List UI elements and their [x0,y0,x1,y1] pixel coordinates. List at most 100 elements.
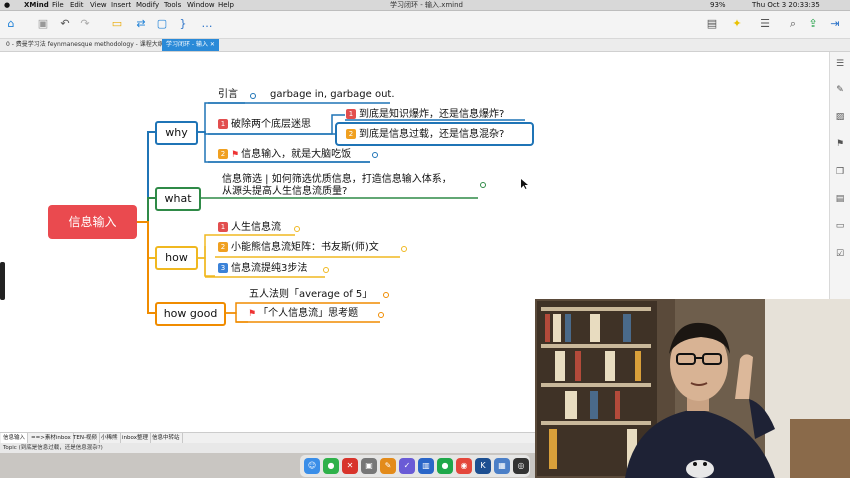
menu-app-name[interactable]: XMind [24,0,49,10]
window-title: 学习闭环 - 输入.xmind [390,1,463,9]
collapse-dot[interactable] [378,312,384,318]
close-icon[interactable]: ✕ [210,41,215,48]
flag-icon: ⚑ [248,309,257,319]
collapse-dot[interactable] [372,152,378,158]
topic-life-info-flow-label: 人生信息流 [231,222,281,233]
menu-edit[interactable]: Edit [70,0,84,10]
collapse-dot[interactable] [480,182,486,188]
topic-purify-3-steps-label: 信息流提纯3步法 [231,263,308,274]
save-icon[interactable]: ▣ [36,17,50,31]
photos-icon[interactable]: ▦ [494,458,510,474]
webcam-video [535,299,850,478]
collapse-dot[interactable] [383,292,389,298]
comment-icon[interactable]: ▭ [834,221,846,231]
webcam-feed-image [535,299,850,478]
finder-icon[interactable]: ☺ [304,458,320,474]
presentation-icon[interactable]: ▤ [705,17,719,31]
collapse-dot[interactable] [250,93,256,99]
topic-knowledge-explosion[interactable]: 1 到底是知识爆炸，还是信息爆炸? [346,108,504,121]
topic-icon[interactable]: ▭ [110,17,124,31]
menu-tools[interactable]: Tools [164,0,181,10]
brainstorm-icon[interactable]: ✦ [730,17,744,31]
topic-myths[interactable]: 1 破除两个底层迷思 [218,118,311,131]
search-icon[interactable]: ⌕ [786,17,800,31]
topic-info-overload-label: 到底是信息过载，还是信息混杂? [359,129,505,140]
export-icon[interactable]: ⇥ [828,17,842,31]
collapse-dot[interactable] [294,226,300,232]
obs-icon[interactable]: ◎ [513,458,529,474]
dock: ☺ ● ✕ ▣ ✎ ✓ ▥ ● ◉ K ▦ ◎ [300,455,530,477]
brush-icon[interactable]: ✎ [834,85,846,95]
apple-icon[interactable]: ● [4,0,10,10]
priority-1-icon: 1 [218,222,228,232]
boundary-icon[interactable]: ▢ [155,17,169,31]
topic-purify-3-steps[interactable]: 3 信息流提纯3步法 [218,262,307,275]
flag-icon[interactable]: ⚑ [834,139,846,149]
priority-1-icon: 1 [346,109,356,119]
topic-info-overload[interactable]: 2 到底是信息过载，还是信息混杂? [346,128,504,141]
icons-icon[interactable]: ❒ [834,167,846,177]
omnifocus-icon[interactable]: ✓ [399,458,415,474]
share-icon[interactable]: ⇪ [806,17,820,31]
topic-how-good[interactable]: how good [155,302,226,326]
outline-icon[interactable]: ☰ [758,17,772,31]
topic-what[interactable]: what [155,187,201,211]
menu-view[interactable]: View [90,0,107,10]
relationship-icon[interactable]: ⇄ [134,17,148,31]
image-icon[interactable]: ▨ [834,112,846,122]
root-topic[interactable]: 信息输入 [48,205,137,239]
undo-icon[interactable]: ↶ [58,17,72,31]
redo-icon[interactable]: ↷ [78,17,92,31]
home-icon[interactable]: ⌂ [4,17,18,31]
menu-bar: ● XMind File Edit View Insert Modify Too… [0,0,850,11]
priority-2-icon: 2 [218,242,228,252]
topic-info-matrix[interactable]: 2 小能熊信息流矩阵：书友斯(师)文 [218,241,379,254]
menu-window[interactable]: Window [187,0,215,10]
notes-icon[interactable]: ▤ [834,194,846,204]
menu-modify[interactable]: Modify [136,0,159,10]
tab-bar: 0 - 费曼学习法 feynmanesque methodology - 课程大… [0,39,850,52]
topic-info-filter-line2[interactable]: 从源头提高人生信息流质量? [222,185,347,198]
topic-info-matrix-label: 小能熊信息流矩阵：书友斯(师)文 [231,242,379,253]
priority-1-icon: 1 [218,119,228,129]
topic-brain-eats-label: 信息输入，就是大脑吃饭 [241,149,352,160]
topic-why[interactable]: why [155,121,198,145]
topic-how[interactable]: how [155,246,198,270]
keynote-icon[interactable]: K [475,458,491,474]
tab-label: 学习闭环 - 输入 [166,41,208,48]
clock[interactable]: Thu Oct 3 20:33:35 [752,0,820,10]
tab-course-outline[interactable]: 0 - 费曼学习法 feynmanesque methodology - 课程大… [2,39,168,51]
task-icon[interactable]: ☑ [834,249,846,259]
wechat-icon[interactable]: ● [437,458,453,474]
mouse-cursor-icon [521,179,528,189]
menu-help[interactable]: Help [218,0,234,10]
tab-learning-loop-input[interactable]: 学习闭环 - 输入 ✕ [162,39,219,51]
topic-intro[interactable]: 引言 [218,88,238,101]
collapse-dot[interactable] [323,267,329,273]
battery-percent[interactable]: 93% [710,0,726,10]
topic-thinking-question[interactable]: ⚑ 「个人信息流」思考题 [248,307,358,321]
more-icon[interactable]: … [200,17,214,31]
collapse-dot[interactable] [401,246,407,252]
toolbar: ⌂ ▣ ↶ ↷ ▭ ⇄ ▢ } … ▤ ✦ ☰ ⌕ ⇪ ⇥ [0,11,850,39]
evernote-icon[interactable]: ● [323,458,339,474]
menu-file[interactable]: File [52,0,64,10]
status-bar: Topic (到底是信息过载，还是信息混杂?) [0,443,535,453]
topic-thinking-question-label: 「个人信息流」思考题 [258,308,359,319]
preview-icon[interactable]: ▣ [361,458,377,474]
topic-knowledge-explosion-label: 到底是知识爆炸，还是信息爆炸? [359,109,505,120]
topic-intro-note[interactable]: garbage in, garbage out. [270,88,395,101]
xmind-icon[interactable]: ✕ [342,458,358,474]
chrome-icon[interactable]: ◉ [456,458,472,474]
format-icon[interactable]: ☰ [834,59,846,69]
menu-insert[interactable]: Insert [111,0,131,10]
topic-life-info-flow[interactable]: 1 人生信息流 [218,221,281,234]
summary-icon[interactable]: } [176,17,190,31]
trello-icon[interactable]: ▥ [418,458,434,474]
pages-icon[interactable]: ✎ [380,458,396,474]
left-panel-handle[interactable] [0,262,5,300]
flag-icon: ⚑ [231,150,240,160]
topic-average-of-5[interactable]: 五人法则「average of 5」 [249,288,372,301]
priority-3-icon: 3 [218,263,228,273]
topic-brain-eats[interactable]: 2 ⚑ 信息输入，就是大脑吃饭 [218,148,351,162]
